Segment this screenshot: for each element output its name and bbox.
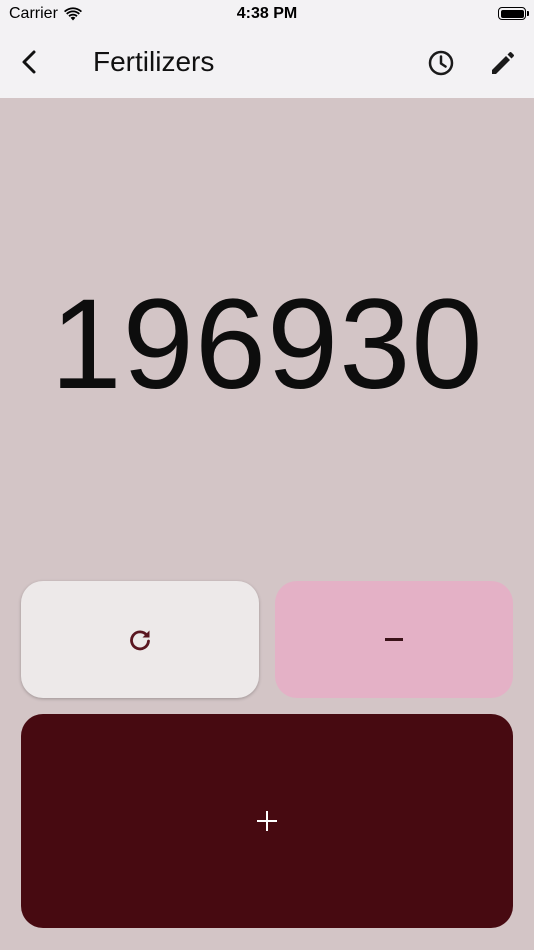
page-title: Fertilizers <box>93 46 215 77</box>
battery-icon <box>498 7 529 20</box>
status-time: 4:38 PM <box>236 5 298 22</box>
back-button[interactable] <box>14 46 46 78</box>
decrement-button[interactable] <box>275 581 513 698</box>
refresh-icon <box>130 630 150 650</box>
chevron-left-icon <box>22 50 36 74</box>
history-button[interactable] <box>424 46 458 80</box>
clock-icon <box>428 50 454 76</box>
counter-value: 196930 <box>50 273 484 416</box>
navigation-bar: Fertilizers <box>0 30 534 98</box>
pencil-icon <box>492 52 514 74</box>
plus-icon <box>257 811 277 831</box>
increment-button[interactable] <box>21 714 513 928</box>
status-bar: Carrier 4:38 PM <box>0 0 534 30</box>
reset-button[interactable] <box>21 581 259 698</box>
minus-icon <box>385 638 403 641</box>
edit-button[interactable] <box>486 46 520 80</box>
